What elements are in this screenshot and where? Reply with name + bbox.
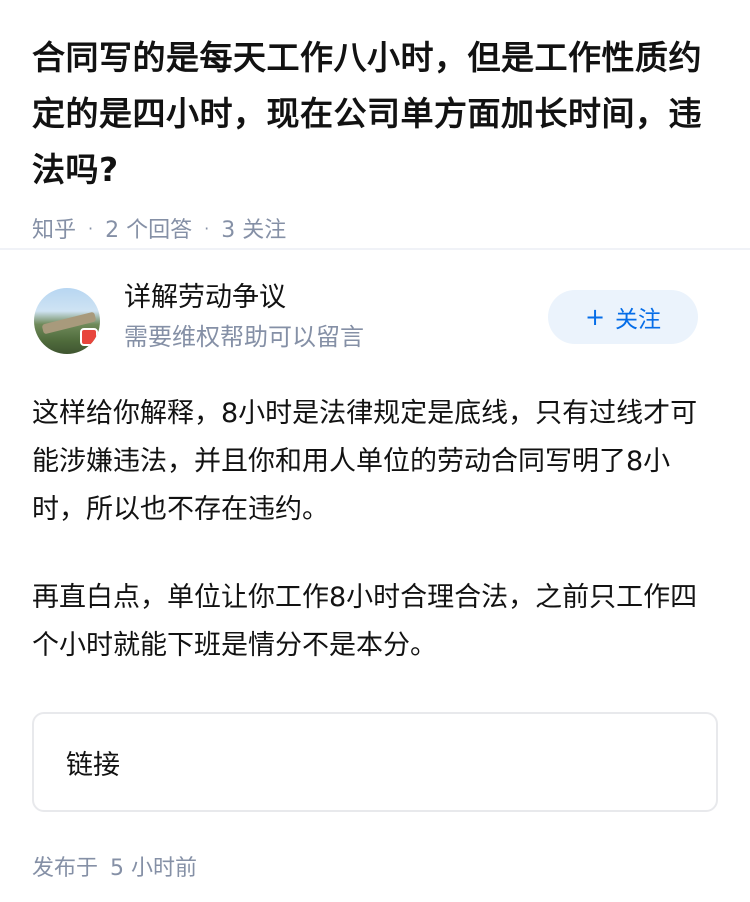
- section-divider: [0, 248, 750, 250]
- meta-separator: ·: [88, 218, 94, 238]
- answer-card: 详解劳动争议 需要维权帮助可以留言 + 关注 这样给你解释，8小时是法律规定是底…: [0, 280, 750, 882]
- answer-content: 这样给你解释，8小时是法律规定是底线，只有过线才可能涉嫌违法，并且你和用人单位的…: [32, 390, 718, 670]
- published-prefix: 发布于: [32, 856, 99, 881]
- source-label[interactable]: 知乎: [32, 212, 76, 244]
- author-row: 详解劳动争议 需要维权帮助可以留言 + 关注: [32, 280, 718, 390]
- published-value: 5 小时前: [110, 856, 198, 881]
- follower-count: 3 关注: [221, 218, 287, 243]
- avatar[interactable]: [34, 288, 100, 354]
- link-card[interactable]: 链接: [32, 712, 718, 812]
- author-name[interactable]: 详解劳动争议: [124, 280, 286, 316]
- follow-label: 关注: [615, 307, 662, 333]
- author-bio: 需要维权帮助可以留言: [124, 323, 364, 351]
- published-time: 发布于 5 小时前: [32, 850, 718, 882]
- question-meta: 知乎 · 2 个回答 · 3 关注: [32, 212, 718, 244]
- plus-icon: +: [584, 303, 606, 331]
- verified-badge-icon: [80, 328, 98, 346]
- link-label: 链接: [66, 749, 120, 781]
- question-header: 合同写的是每天工作八小时，但是工作性质约定的是四小时，现在公司单方面加长时间，违…: [0, 0, 750, 243]
- follow-button[interactable]: + 关注: [548, 290, 698, 344]
- meta-separator: ·: [204, 218, 210, 238]
- answer-paragraph: 这样给你解释，8小时是法律规定是底线，只有过线才可能涉嫌违法，并且你和用人单位的…: [32, 398, 698, 525]
- answer-paragraph: 再直白点，单位让你工作8小时合理合法，之前只工作四个小时就能下班是情分不是本分。: [32, 582, 698, 661]
- question-title[interactable]: 合同写的是每天工作八小时，但是工作性质约定的是四小时，现在公司单方面加长时间，违…: [32, 30, 718, 198]
- answer-count[interactable]: 2 个回答: [105, 212, 192, 244]
